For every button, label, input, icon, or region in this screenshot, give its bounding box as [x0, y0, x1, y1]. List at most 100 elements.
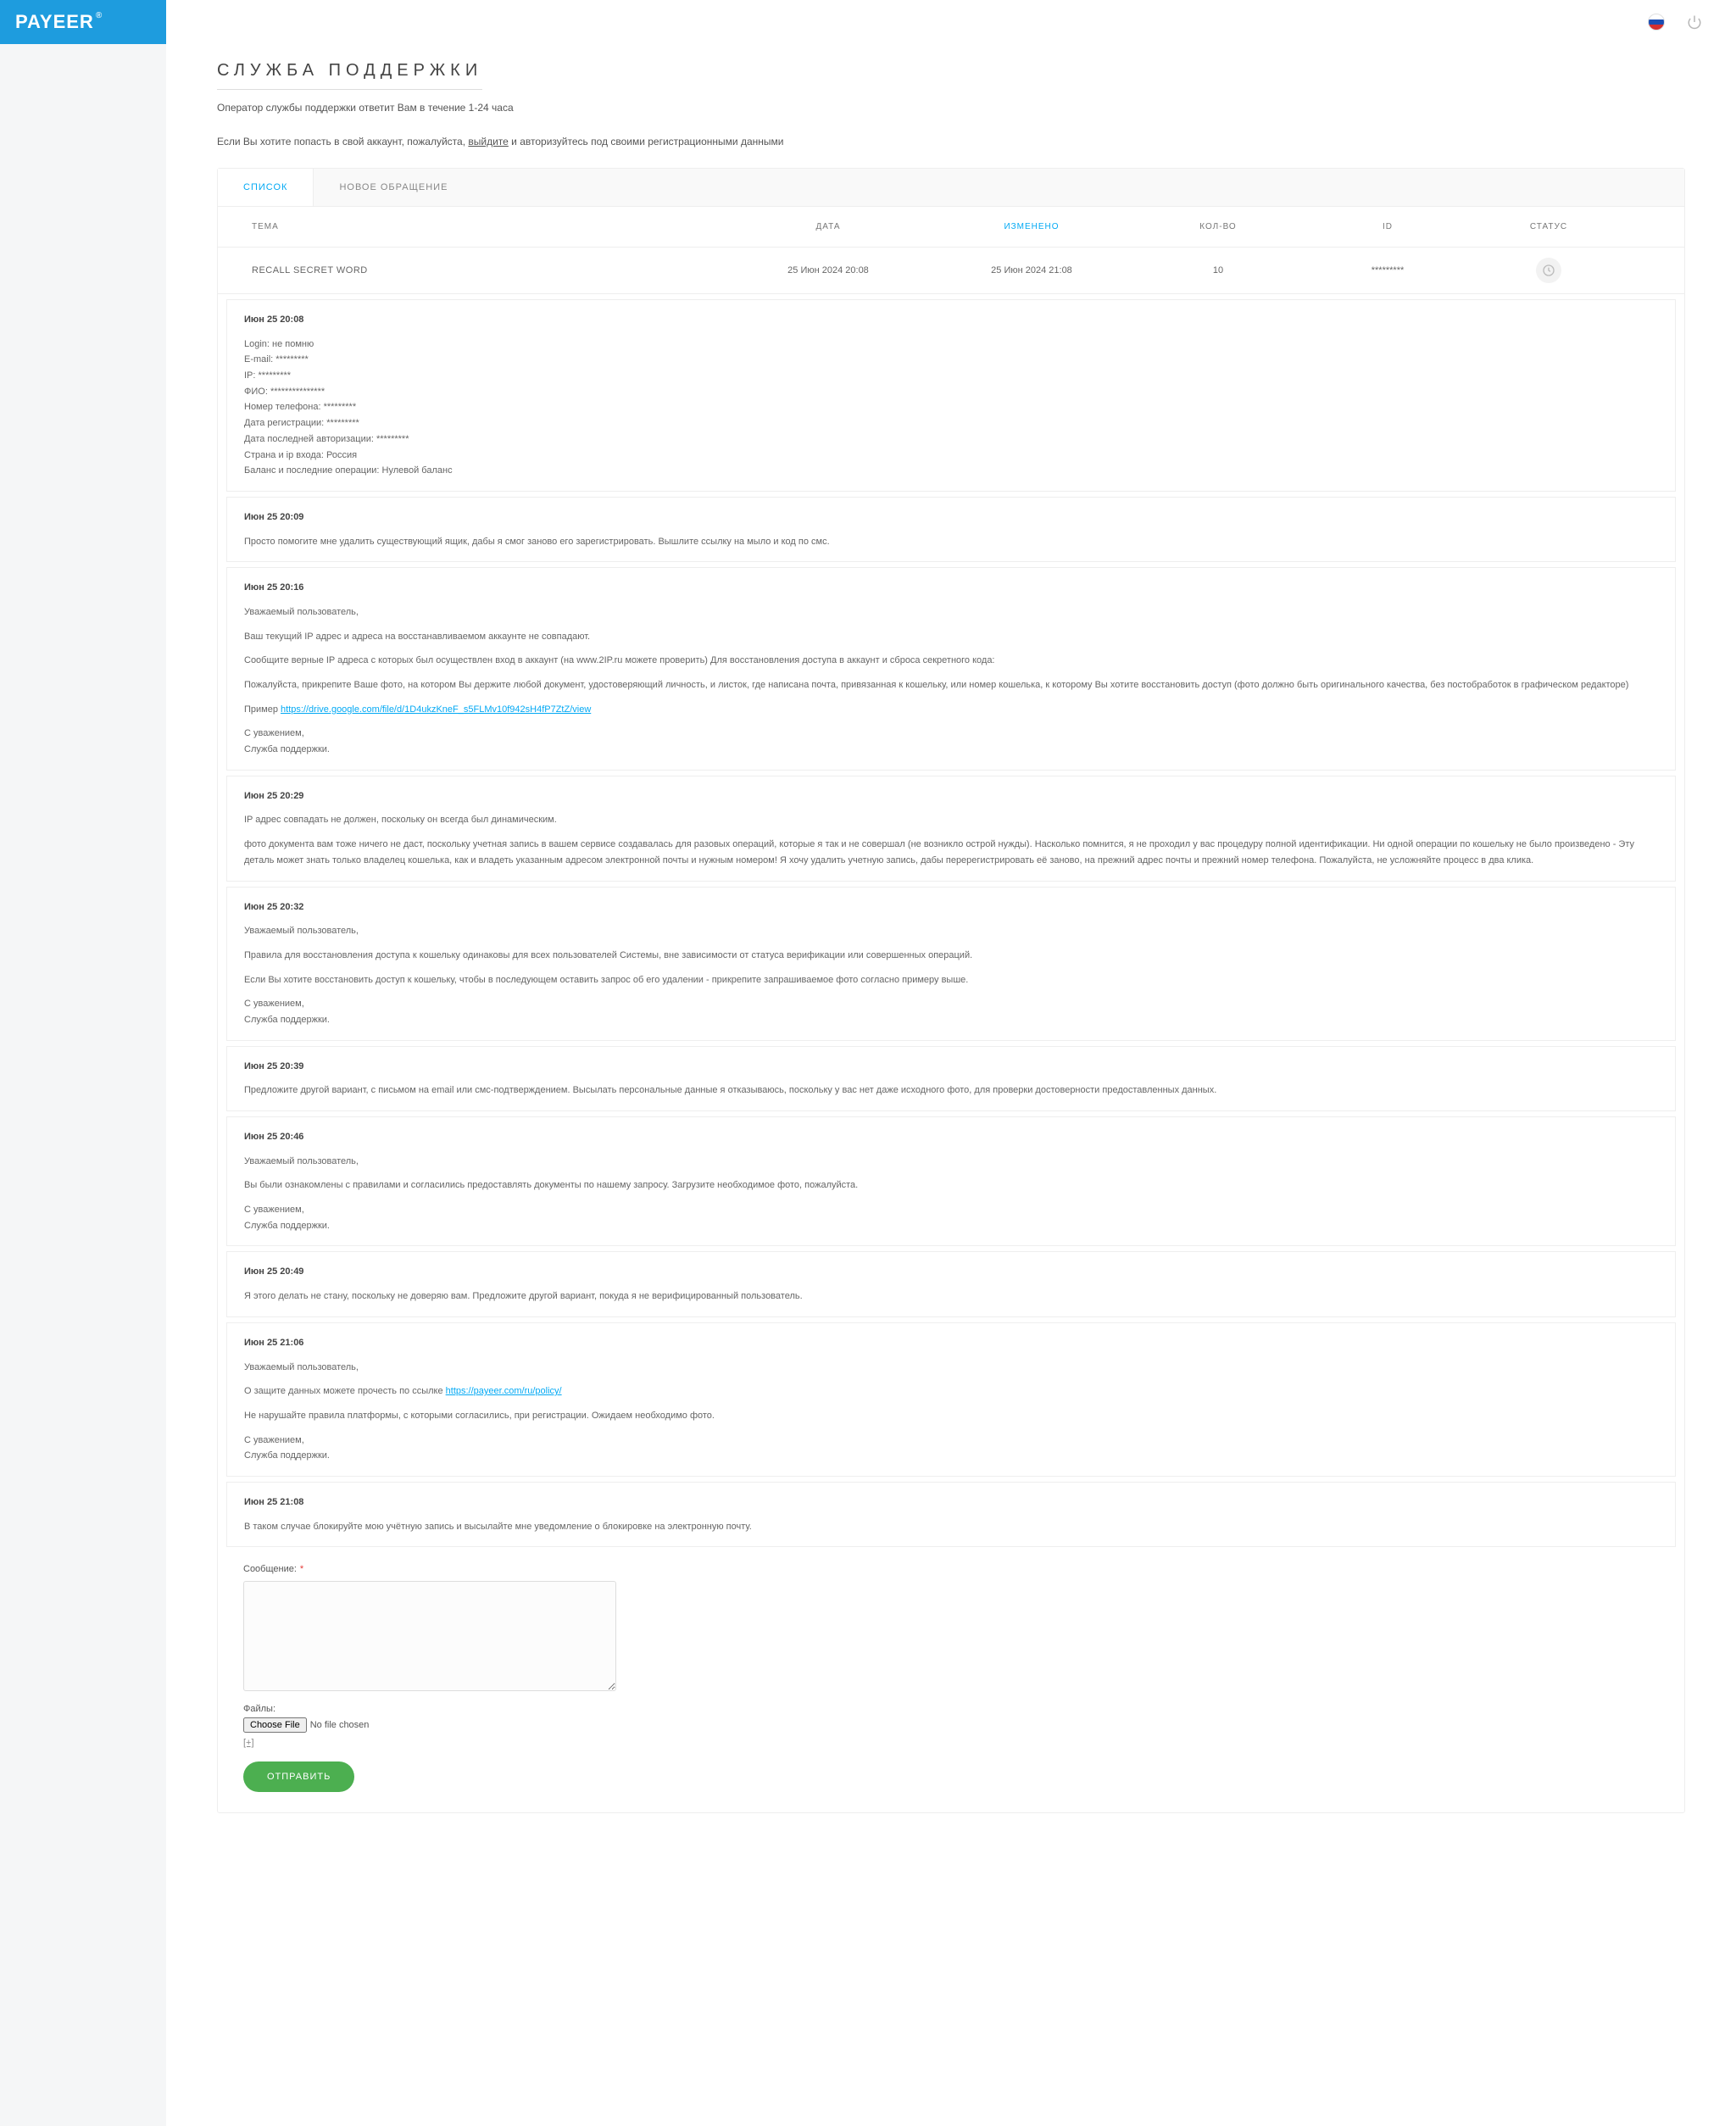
message-paragraph: Пожалуйста, прикрепите Ваше фото, на кот…	[244, 677, 1658, 693]
message-link[interactable]: https://drive.google.com/file/d/1D4ukzKn…	[281, 704, 591, 715]
message-link-label: О защите данных можете прочесть по ссылк…	[244, 1386, 446, 1396]
login-note-pre: Если Вы хотите попасть в свой аккаунт, п…	[217, 136, 468, 147]
th-status: СТАТУС	[1472, 222, 1625, 231]
tab-list[interactable]: СПИСОК	[218, 169, 314, 206]
topbar	[166, 0, 1736, 44]
message-link[interactable]: https://payeer.com/ru/policy/	[446, 1386, 562, 1396]
message-closing: С уважением,	[244, 726, 1658, 742]
logo-dot: ®	[96, 11, 103, 20]
message-timestamp: Июн 25 20:39	[244, 1059, 1658, 1075]
message-timestamp: Июн 25 20:29	[244, 788, 1658, 804]
message-paragraph: Уважаемый пользователь,	[244, 1360, 1658, 1376]
message-paragraph: Просто помогите мне удалить существующий…	[244, 534, 1658, 550]
message-paragraph: Если Вы хотите восстановить доступ к кош…	[244, 972, 1658, 988]
th-date: ДАТА	[726, 222, 930, 231]
message-paragraph: Уважаемый пользователь,	[244, 604, 1658, 621]
message-timestamp: Июн 25 20:49	[244, 1264, 1658, 1280]
submit-button[interactable]: ОТПРАВИТЬ	[243, 1761, 354, 1792]
messages: Июн 25 20:08Login: не помнюE-mail: *****…	[218, 299, 1684, 1547]
ticket-changed: 25 Июн 2024 21:08	[930, 265, 1133, 275]
ticket-row[interactable]: RECALL SECRET WORD 25 Июн 2024 20:08 25 …	[218, 248, 1684, 294]
message-timestamp: Июн 25 21:08	[244, 1494, 1658, 1511]
message-line: Дата регистрации: *********	[244, 415, 1658, 431]
message: Июн 25 20:46 Уважаемый пользователь, Вы бы…	[226, 1116, 1676, 1246]
th-changed[interactable]: ИЗМЕНЕНО	[930, 222, 1133, 231]
message-timestamp: Июн 25 20:16	[244, 580, 1658, 596]
message: Июн 25 21:08 В таком случае блокируйте мо…	[226, 1482, 1676, 1547]
ticket-qty: 10	[1133, 265, 1303, 275]
message-line: Дата последней авторизации: *********	[244, 431, 1658, 448]
reply-textarea[interactable]	[243, 1581, 616, 1691]
ticket-theme: RECALL SECRET WORD	[252, 265, 726, 275]
message-closing: Служба поддержки.	[244, 1448, 1658, 1464]
reply-area: Сообщение:* Файлы: [+] ОТПРАВИТЬ	[226, 1552, 1676, 1812]
message-paragraph: В таком случае блокируйте мою учётную за…	[244, 1519, 1658, 1535]
message-timestamp: Июн 25 20:09	[244, 509, 1658, 526]
th-qty: КОЛ-ВО	[1133, 222, 1303, 231]
message-paragraph: Уважаемый пользователь,	[244, 923, 1658, 939]
message-paragraph: Предложите другой вариант, с письмом на …	[244, 1082, 1658, 1099]
message-paragraph: Уважаемый пользователь,	[244, 1154, 1658, 1170]
tabs: СПИСОК НОВОЕ ОБРАЩЕНИЕ	[218, 169, 1684, 207]
login-note: Если Вы хотите попасть в свой аккаунт, п…	[217, 136, 1685, 147]
message-line: Login: не помню	[244, 337, 1658, 353]
logout-link[interactable]: выйдите	[468, 136, 508, 147]
message-paragraph: Сообщите верные IP адреса с которых был …	[244, 653, 1658, 669]
ticket-table-head: ТЕМА ДАТА ИЗМЕНЕНО КОЛ-ВО ID СТАТУС	[218, 207, 1684, 248]
message: Июн 25 20:32Уважаемый пользователь,Прави…	[226, 887, 1676, 1041]
logout-icon[interactable]	[1687, 14, 1702, 30]
content: СЛУЖБА ПОДДЕРЖКИ Оператор службы поддерж…	[166, 44, 1736, 1813]
logo[interactable]: PAYEER®	[0, 0, 166, 44]
clock-icon	[1536, 258, 1561, 283]
reply-label: Сообщение:*	[243, 1564, 1659, 1574]
th-id: ID	[1303, 222, 1472, 231]
message-closing: С уважением,	[244, 996, 1658, 1012]
file-input[interactable]	[243, 1717, 420, 1733]
ticket-date: 25 Июн 2024 20:08	[726, 265, 930, 275]
message: Июн 25 20:29 IP адрес совпадать не должен…	[226, 776, 1676, 882]
th-theme: ТЕМА	[252, 222, 726, 231]
message: Июн 25 20:09 Просто помогите мне удалить …	[226, 497, 1676, 562]
language-flag-ru-icon[interactable]	[1648, 14, 1665, 31]
message-paragraph: Вы были ознакомлены с правилами и соглас…	[244, 1177, 1658, 1194]
message-timestamp: Июн 25 20:46	[244, 1129, 1658, 1145]
message-closing: С уважением,	[244, 1433, 1658, 1449]
message-line: ФИО: ***************	[244, 384, 1658, 400]
message-line: Баланс и последние операции: Нулевой бал…	[244, 463, 1658, 479]
ticket-panel: СПИСОК НОВОЕ ОБРАЩЕНИЕ ТЕМА ДАТА ИЗМЕНЕН…	[217, 168, 1685, 1813]
message-line: IP: *********	[244, 368, 1658, 384]
message: Июн 25 20:16 Уважаемый пользователь, Ваш т…	[226, 567, 1676, 771]
message-paragraph: Не нарушайте правила платформы, с которы…	[244, 1408, 1658, 1424]
ticket-id: *********	[1303, 265, 1472, 275]
logo-text: PAYEER	[15, 11, 94, 33]
message-link-line: Пример https://drive.google.com/file/d/1…	[244, 702, 1658, 718]
files-label: Файлы:	[243, 1704, 1659, 1714]
login-note-post: и авторизуйтесь под своими регистрационн…	[509, 136, 784, 147]
message: Июн 25 20:49Я этого делать не стану, пос…	[226, 1251, 1676, 1316]
ticket-status	[1472, 258, 1625, 283]
message: Июн 25 20:08Login: не помнюE-mail: *****…	[226, 299, 1676, 492]
message: Июн 25 21:06 Уважаемый пользователь, О защ…	[226, 1322, 1676, 1477]
page-title: СЛУЖБА ПОДДЕРЖКИ	[217, 61, 482, 90]
message-link-line: О защите данных можете прочесть по ссылк…	[244, 1383, 1658, 1400]
message-timestamp: Июн 25 20:32	[244, 899, 1658, 916]
message-link-label: Пример	[244, 704, 281, 715]
message: Июн 25 20:39 Предложите другой вариант, с…	[226, 1046, 1676, 1111]
reply-label-text: Сообщение:	[243, 1564, 297, 1574]
main: СЛУЖБА ПОДДЕРЖКИ Оператор службы поддерж…	[166, 0, 1736, 2126]
message-paragraph: IP адрес совпадать не должен, поскольку …	[244, 812, 1658, 828]
sidebar: PAYEER®	[0, 0, 166, 2126]
add-file-link[interactable]: [+]	[243, 1738, 254, 1748]
message-line: Страна и ip входа: Россия	[244, 448, 1658, 464]
message-paragraph: Ваш текущий IP адрес и адреса на восстан…	[244, 629, 1658, 645]
message-closing: Служба поддержки.	[244, 1012, 1658, 1028]
message-paragraph: фото документа вам тоже ничего не даст, …	[244, 837, 1658, 868]
message-closing: С уважением,	[244, 1202, 1658, 1218]
message-timestamp: Июн 25 21:06	[244, 1335, 1658, 1351]
file-row	[243, 1717, 1659, 1733]
message-timestamp: Июн 25 20:08	[244, 312, 1658, 328]
message-line: Номер телефона: *********	[244, 399, 1658, 415]
tab-new[interactable]: НОВОЕ ОБРАЩЕНИЕ	[314, 169, 473, 206]
message-closing: Служба поддержки.	[244, 1218, 1658, 1234]
message-closing: Служба поддержки.	[244, 742, 1658, 758]
